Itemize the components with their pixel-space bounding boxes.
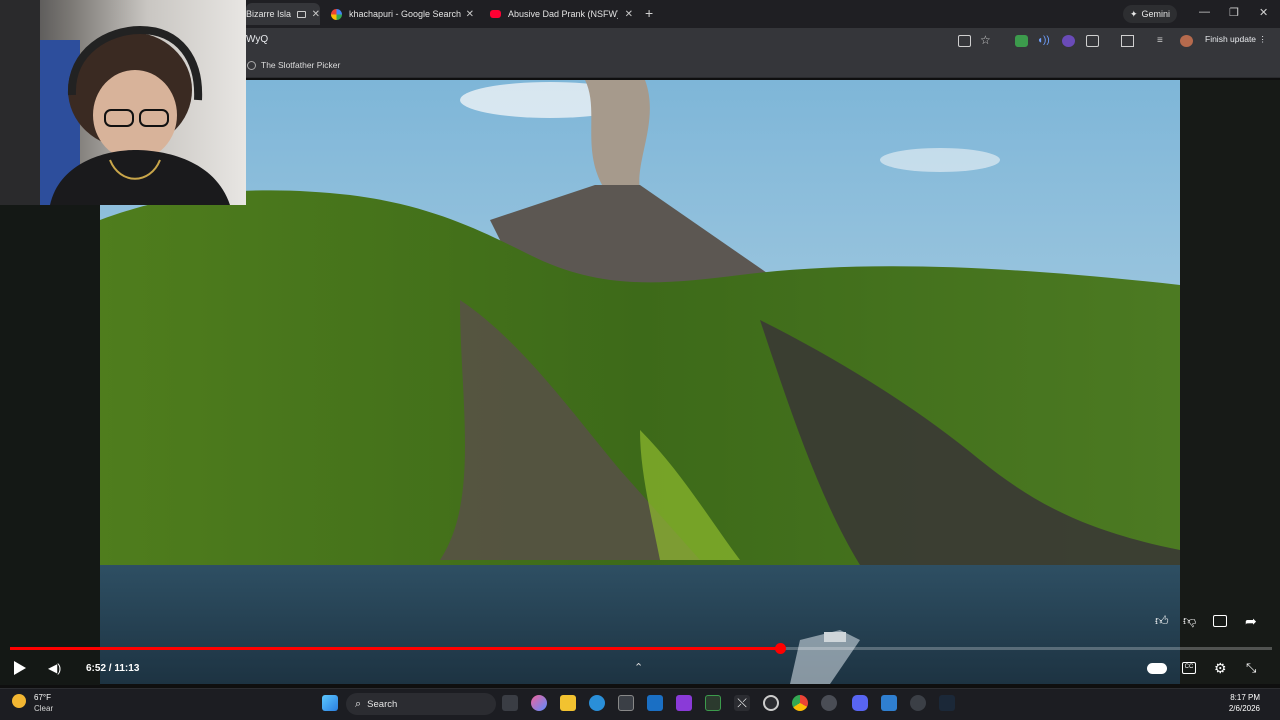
install-app-icon[interactable] bbox=[958, 35, 971, 47]
tab-khachapuri[interactable]: khachapuri - Google Search ✕ bbox=[331, 3, 474, 25]
store-icon[interactable] bbox=[618, 695, 634, 711]
tab-title: Abusive Dad Prank (NSFW) - Yo bbox=[508, 9, 618, 19]
like-icon[interactable]: 👍︎ bbox=[1155, 613, 1173, 629]
globe-icon bbox=[247, 60, 256, 70]
finish-update-label: Finish update bbox=[1205, 34, 1257, 44]
snipping-tool-icon[interactable] bbox=[910, 695, 926, 711]
page-background-left bbox=[0, 205, 100, 685]
video-player[interactable] bbox=[100, 80, 1180, 684]
taskbar-search-label: Search bbox=[367, 698, 398, 710]
file-explorer-icon[interactable] bbox=[560, 695, 576, 711]
tab-media-icon bbox=[297, 10, 307, 18]
tab-abusive-dad-prank[interactable]: Abusive Dad Prank (NSFW) - Yo ✕ bbox=[490, 3, 633, 25]
page-background-right bbox=[1180, 80, 1280, 684]
profile-avatar-icon[interactable] bbox=[1180, 35, 1193, 47]
windows-taskbar bbox=[0, 688, 1280, 720]
sparkle-icon: ✦ bbox=[1130, 8, 1138, 19]
extensions-puzzle-icon[interactable] bbox=[1086, 35, 1099, 47]
start-windows-icon[interactable] bbox=[322, 695, 338, 711]
captions-icon[interactable]: CC bbox=[1182, 662, 1196, 674]
close-tab-icon[interactable]: ✕ bbox=[466, 9, 474, 20]
discord-icon[interactable] bbox=[852, 695, 868, 711]
weather-condition: Clear bbox=[34, 704, 54, 713]
taskbar-clock[interactable]: 8:17 PM 2/6/2026 bbox=[1229, 692, 1260, 714]
restore-icon[interactable]: ❐ bbox=[1229, 6, 1239, 19]
bookmark-label: The Slotfather Picker bbox=[261, 60, 341, 70]
tab-bizarre-island[interactable]: Bizarre Isla ✕ bbox=[246, 3, 320, 25]
settings-gear-icon[interactable]: ⚙ bbox=[1214, 660, 1227, 677]
audio-extension-icon[interactable]: ◖)) bbox=[1037, 35, 1050, 47]
close-window-icon[interactable]: ✕ bbox=[1259, 6, 1268, 19]
weather-moon-icon[interactable] bbox=[12, 694, 26, 708]
reading-list-icon[interactable]: ≡ bbox=[1157, 35, 1170, 47]
screen: Bizarre Isla ✕ khachapuri - Google Searc… bbox=[0, 0, 1280, 720]
minimize-icon[interactable]: — bbox=[1199, 6, 1210, 18]
taskbar-search[interactable]: ⌕ Search bbox=[346, 693, 496, 715]
new-tab-icon[interactable]: + bbox=[645, 5, 653, 21]
obs-icon[interactable] bbox=[763, 695, 779, 711]
app-icon-purple[interactable] bbox=[676, 695, 692, 711]
share-icon[interactable]: ➦ bbox=[1245, 613, 1263, 629]
google-icon bbox=[331, 8, 342, 20]
extension-icon[interactable] bbox=[1015, 35, 1028, 47]
gemini-button[interactable]: ✦ Gemini bbox=[1123, 5, 1178, 23]
outlook-icon[interactable] bbox=[647, 695, 663, 711]
comments-icon[interactable] bbox=[1213, 615, 1227, 627]
gemini-label: Gemini bbox=[1141, 9, 1171, 19]
bookmark-slotfather-picker[interactable]: The Slotfather Picker bbox=[247, 60, 340, 70]
play-icon[interactable] bbox=[14, 661, 26, 675]
close-tab-icon[interactable]: ✕ bbox=[312, 9, 320, 20]
app-icon-blue[interactable] bbox=[881, 695, 897, 711]
volume-icon[interactable]: ◀) bbox=[48, 661, 61, 675]
streamer-webcam-image bbox=[0, 0, 230, 205]
edge-icon[interactable] bbox=[589, 695, 605, 711]
chevron-up-icon[interactable]: ⌃ bbox=[634, 661, 643, 674]
autoplay-toggle[interactable] bbox=[1147, 663, 1167, 674]
video-frame-volcano-island bbox=[100, 80, 1180, 684]
clock-time: 8:17 PM bbox=[1230, 693, 1260, 702]
bookmark-star-icon[interactable]: ☆ bbox=[980, 33, 993, 47]
youtube-icon bbox=[490, 10, 501, 18]
task-view-icon[interactable] bbox=[502, 695, 518, 711]
side-panel-icon[interactable] bbox=[1121, 35, 1134, 47]
dislike-icon[interactable]: 👎︎ bbox=[1183, 613, 1201, 629]
search-icon: ⌕ bbox=[355, 697, 362, 710]
progress-scrubber-handle[interactable] bbox=[774, 643, 786, 654]
video-progress-bar[interactable] bbox=[10, 643, 1272, 654]
tab-title: khachapuri - Google Search bbox=[349, 9, 462, 19]
excel-icon[interactable] bbox=[705, 695, 721, 711]
settings-app-icon[interactable] bbox=[821, 695, 837, 711]
extension-avatar-icon[interactable] bbox=[1062, 35, 1075, 47]
webcam-overlay bbox=[0, 0, 246, 205]
steam-icon[interactable] bbox=[939, 695, 955, 711]
capcut-icon[interactable]: ⤬ bbox=[734, 695, 750, 711]
finish-update-button[interactable]: Finish update ⋮ bbox=[1205, 34, 1267, 45]
time-display: 6:52 / 11:13 bbox=[86, 663, 140, 674]
exit-fullscreen-icon[interactable]: ⤡ bbox=[1246, 660, 1256, 676]
progress-played bbox=[10, 647, 780, 650]
address-bar[interactable]: WyQ bbox=[246, 34, 268, 45]
chrome-icon[interactable] bbox=[792, 695, 808, 711]
clock-date: 2/6/2026 bbox=[1228, 704, 1260, 713]
tab-title: Bizarre Isla bbox=[246, 9, 292, 19]
copilot-icon[interactable] bbox=[531, 695, 547, 711]
close-tab-icon[interactable]: ✕ bbox=[625, 9, 633, 20]
weather-temperature: 67°F bbox=[34, 693, 51, 702]
